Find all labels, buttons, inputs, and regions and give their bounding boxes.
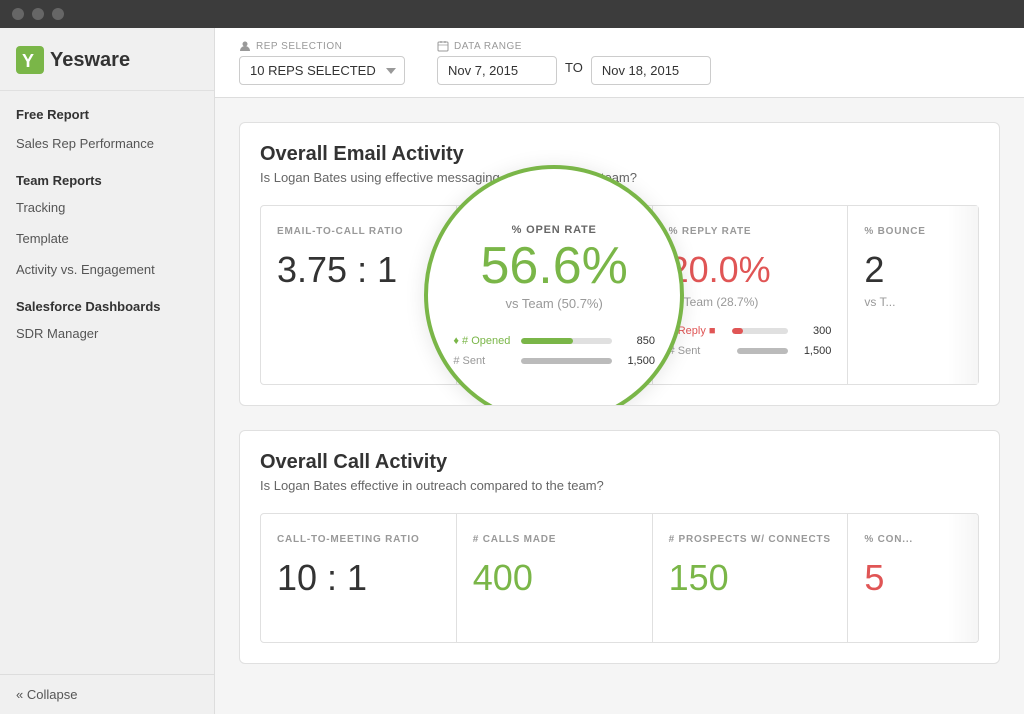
open-rate-circle-vs: vs Team (50.7%) xyxy=(506,296,603,311)
free-report-label: Free Report xyxy=(0,91,214,128)
pct-connects-cell: % CON... 5 xyxy=(848,514,978,642)
call-meeting-ratio-value: 10 : 1 xyxy=(277,557,440,599)
sent-bar-fill xyxy=(521,358,612,364)
opened-bar-fill xyxy=(521,338,573,344)
sidebar-item-template[interactable]: Template xyxy=(0,223,214,254)
logo-area: Y Yesware xyxy=(0,28,214,91)
reply-sent-bar-fill xyxy=(737,348,789,354)
opened-bar-count: 850 xyxy=(620,335,655,347)
salesforce-header: Salesforce Dashboards xyxy=(0,285,214,318)
yesware-logo-icon: Y xyxy=(16,46,44,74)
call-meeting-ratio-label: CALL-TO-MEETING RATIO xyxy=(277,534,440,545)
sidebar-item-activity[interactable]: Activity vs. Engagement xyxy=(0,254,214,285)
calls-made-value: 400 xyxy=(473,557,636,599)
reply-sent-bar-row: # Sent 1,500 xyxy=(669,345,832,357)
rep-selection-select[interactable]: 10 REPS SELECTED xyxy=(239,56,405,85)
opened-bar-container xyxy=(521,338,612,344)
prospects-connects-label: # PROSPECTS W/ CONNECTS xyxy=(669,534,832,545)
titlebar xyxy=(0,0,1024,28)
titlebar-dot-1 xyxy=(12,8,24,20)
to-label: TO xyxy=(565,60,583,75)
calls-made-label: # CALLS MADE xyxy=(473,534,636,545)
logo: Y Yesware xyxy=(16,46,198,74)
date-range-row: TO xyxy=(437,56,711,85)
fade-overlay xyxy=(948,206,978,384)
calls-made-cell: # CALLS MADE 400 xyxy=(457,514,653,642)
opened-bar-row: ♦ # Opened 850 xyxy=(453,335,655,347)
email-call-ratio-label: EMAIL-TO-CALL RATIO xyxy=(277,226,440,237)
open-rate-circle-value: 56.6% xyxy=(480,240,627,292)
main-content: REP SELECTION 10 REPS SELECTED DATA RANG… xyxy=(215,28,1024,714)
open-rate-circle-label: % OPEN RATE xyxy=(512,224,597,236)
titlebar-dot-2 xyxy=(32,8,44,20)
email-call-ratio-value: 3.75 : 1 xyxy=(277,249,440,291)
reply-sent-bar-container xyxy=(737,348,789,354)
reply-bars: # Reply ■ 300 # Sent xyxy=(669,325,832,357)
titlebar-dot-3 xyxy=(52,8,64,20)
call-section-title: Overall Call Activity xyxy=(260,451,979,474)
date-to-input[interactable] xyxy=(591,56,711,85)
team-reports-header: Team Reports xyxy=(0,159,214,192)
reply-sent-bar-count: 1,500 xyxy=(796,345,831,357)
person-icon xyxy=(239,40,251,52)
open-rate-progress: ♦ # Opened 850 # Sent xyxy=(453,327,655,367)
call-activity-card: Overall Call Activity Is Logan Bates eff… xyxy=(239,430,1000,664)
reply-bar-row: # Reply ■ 300 xyxy=(669,325,832,337)
call-metrics-row: CALL-TO-MEETING RATIO 10 : 1 # CALLS MAD… xyxy=(260,513,979,643)
opened-bar-label: ♦ # Opened xyxy=(453,335,513,347)
reply-sent-bar-label: # Sent xyxy=(669,345,729,357)
sent-bar-label: # Sent xyxy=(453,355,513,367)
reply-bar-container xyxy=(732,328,789,334)
svg-text:Y: Y xyxy=(22,51,34,71)
reply-rate-label: % REPLY RATE xyxy=(669,226,832,237)
reply-rate-value: 20.0% xyxy=(669,249,832,291)
prospects-connects-value: 150 xyxy=(669,557,832,599)
bounce-rate-cell: % BOUNCE 2 vs T... xyxy=(848,206,978,384)
call-meeting-ratio-cell: CALL-TO-MEETING RATIO 10 : 1 xyxy=(261,514,457,642)
email-section-title: Overall Email Activity xyxy=(260,143,979,166)
date-from-input[interactable] xyxy=(437,56,557,85)
reply-bar-count: 300 xyxy=(796,325,831,337)
logo-text: Yesware xyxy=(50,49,130,72)
sidebar-item-sales-rep[interactable]: Sales Rep Performance xyxy=(0,128,214,159)
data-range-control: DATA RANGE TO xyxy=(437,40,711,85)
email-activity-card: Overall Email Activity Is Logan Bates us… xyxy=(239,122,1000,406)
calendar-icon xyxy=(437,40,449,52)
email-metrics-row: EMAIL-TO-CALL RATIO 3.75 : 1 % OPEN RATE… xyxy=(260,205,979,385)
reply-bar-fill xyxy=(732,328,743,334)
header-bar: REP SELECTION 10 REPS SELECTED DATA RANG… xyxy=(215,28,1024,98)
sent-bar-container xyxy=(521,358,612,364)
open-rate-circle: % OPEN RATE 56.6% vs Team (50.7%) ♦ # Op… xyxy=(424,165,684,406)
data-range-label: DATA RANGE xyxy=(437,40,711,52)
sidebar-item-tracking[interactable]: Tracking xyxy=(0,192,214,223)
sidebar: Y Yesware Free Report Sales Rep Performa… xyxy=(0,28,215,714)
app: Y Yesware Free Report Sales Rep Performa… xyxy=(0,28,1024,714)
sent-bar-count: 1,500 xyxy=(620,355,655,367)
call-fade-overlay xyxy=(948,514,978,642)
rep-selection-control: REP SELECTION 10 REPS SELECTED xyxy=(239,40,405,85)
scrollable-content: Overall Email Activity Is Logan Bates us… xyxy=(215,98,1024,714)
sent-bar-row: # Sent 1,500 xyxy=(453,355,655,367)
collapse-button[interactable]: « Collapse xyxy=(0,674,214,714)
call-section-subtitle: Is Logan Bates effective in outreach com… xyxy=(260,478,979,493)
rep-selection-label: REP SELECTION xyxy=(239,40,405,52)
sidebar-item-sdr[interactable]: SDR Manager xyxy=(0,318,214,349)
prospects-connects-cell: # PROSPECTS W/ CONNECTS 150 xyxy=(653,514,849,642)
reply-rate-vs: vs Team (28.7%) xyxy=(669,295,832,309)
open-rate-cell: % OPEN RATE 56.6% vs Team (50.7%) ♦ # Op… xyxy=(457,206,653,384)
